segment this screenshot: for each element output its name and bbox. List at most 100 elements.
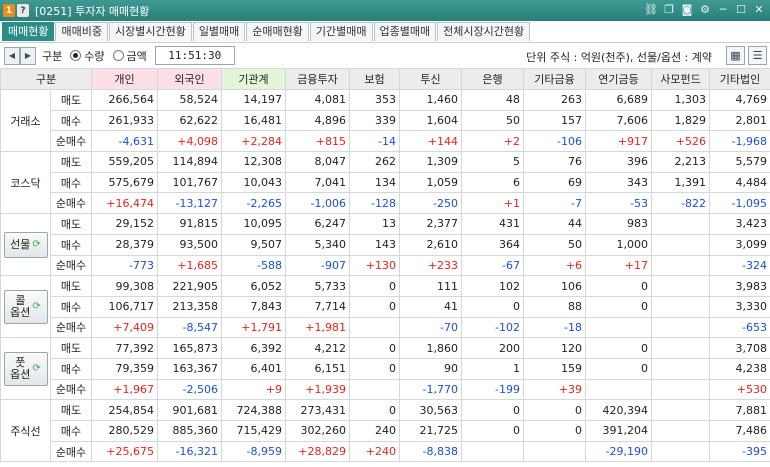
table-cell: 21,725 — [399, 420, 462, 442]
time-input[interactable]: 11:51:30 — [154, 46, 235, 65]
radio-quantity-dot[interactable] — [70, 50, 82, 61]
table-cell: -8,547 — [157, 316, 222, 339]
row-label: 매도 — [50, 337, 92, 359]
table-cell: 159 — [523, 357, 586, 380]
close-icon[interactable]: ✕ — [752, 3, 766, 17]
table-cell: 76 — [523, 151, 586, 173]
radio-amount[interactable]: 금액 — [112, 48, 147, 64]
group-cell-3[interactable]: 콜 옵션 ⟳ — [0, 275, 51, 339]
table-cell: -4,631 — [91, 130, 158, 153]
table-cell: +144 — [399, 130, 462, 153]
gear-icon[interactable]: ⚙ — [698, 3, 712, 17]
table-cell: 2,801 — [709, 109, 770, 132]
table-cell: +1,939 — [285, 378, 350, 401]
table-cell: 0 — [349, 275, 400, 297]
col-header-insurance[interactable]: 보험 — [349, 68, 400, 90]
table-cell: +28,829 — [285, 440, 350, 463]
table-cell: 12,308 — [221, 151, 286, 173]
table-cell: 1,829 — [651, 109, 710, 132]
radio-amount-dot[interactable] — [112, 50, 124, 61]
maximize-icon[interactable]: ☐ — [734, 3, 748, 17]
tab-1[interactable]: 매매비중 — [55, 22, 108, 41]
group-button-4[interactable]: 풋 옵션 ⟳ — [3, 351, 48, 386]
table-cell: +130 — [349, 254, 400, 277]
row-label: 순매수 — [50, 378, 92, 401]
table-cell: 353 — [349, 89, 400, 111]
table-cell: 7,486 — [709, 420, 770, 442]
col-header-bank[interactable]: 은행 — [461, 68, 524, 90]
next-arrow-icon[interactable]: ▶ — [20, 46, 36, 65]
prev-arrow-icon[interactable]: ◀ — [4, 46, 20, 65]
table-cell: 4,896 — [285, 109, 350, 132]
table-cell: 2,377 — [399, 213, 462, 235]
minimize-icon[interactable]: ─ — [716, 3, 730, 17]
col-header-other-finance[interactable]: 기타금융 — [523, 68, 586, 90]
table-row: 매수 28,379 93,500 9,507 5,340 143 2,610 364 50 1,0… — [1, 233, 770, 256]
table-cell: 221,905 — [157, 275, 222, 297]
radio-quantity[interactable]: 수량 — [70, 48, 105, 64]
col-header-pension[interactable]: 연기금등 — [585, 68, 652, 90]
group-button-2[interactable]: 선물 ⟳ — [3, 231, 48, 258]
list-view-icon[interactable]: ☰ — [748, 46, 767, 65]
row-label: 매수 — [50, 357, 92, 380]
table-cell: 5,733 — [285, 275, 350, 297]
group-button-3[interactable]: 콜 옵션 ⟳ — [3, 289, 48, 324]
table-cell: -8,959 — [221, 440, 286, 463]
col-header-institution[interactable]: 기관계 — [221, 68, 286, 90]
table-header-row: 구분 개인 외국인 기관계 금융투자 보험 투신 은행 기타금융 연기금등 사모… — [0, 68, 770, 90]
table-view-icon[interactable]: ▦ — [726, 46, 745, 65]
col-header-individual[interactable]: 개인 — [91, 68, 158, 90]
table-cell: 0 — [349, 399, 400, 421]
screen-number-badge[interactable]: 1 — [3, 4, 15, 17]
table-cell: -653 — [709, 316, 770, 339]
table-cell: 58,524 — [157, 89, 222, 111]
copy-icon[interactable]: ❐ — [662, 3, 676, 17]
table-cell: 0 — [523, 420, 586, 442]
table-row: 매수 106,717 213,358 7,843 7,714 0 41 0 88 0 3,330 — [1, 295, 770, 318]
group-label: 콜 옵션 — [10, 293, 31, 319]
table-cell: -1,968 — [709, 130, 770, 153]
table-cell: +17 — [585, 254, 652, 277]
table-cell: 261,933 — [91, 109, 158, 132]
table-cell: 7,714 — [285, 295, 350, 318]
camera-icon[interactable]: ◙ — [680, 3, 694, 17]
table-cell: 6 — [461, 171, 524, 194]
radio-quantity-label: 수량 — [84, 49, 105, 63]
table-cell: 1,309 — [399, 151, 462, 173]
group-cell-4[interactable]: 풋 옵션 ⟳ — [0, 337, 51, 401]
link-icon[interactable]: ⛓ — [644, 3, 658, 17]
table-cell: 3,099 — [709, 233, 770, 256]
table-cell: -7 — [523, 192, 586, 215]
tab-3[interactable]: 일별매매 — [192, 22, 246, 41]
tab-2[interactable]: 시장별시간현황 — [108, 22, 192, 41]
table-cell: 29,152 — [91, 213, 158, 235]
table-cell — [651, 378, 710, 401]
table-cell — [651, 233, 710, 256]
col-header-trust[interactable]: 투신 — [399, 68, 462, 90]
help-icon[interactable]: ? — [17, 4, 29, 17]
refresh-icon: ⟳ — [32, 238, 41, 250]
table-cell: 157 — [523, 109, 586, 132]
table-cell: +1,791 — [221, 316, 286, 339]
col-header-foreign[interactable]: 외국인 — [157, 68, 222, 90]
table-cell: -822 — [651, 192, 710, 215]
table-cell: -907 — [285, 254, 350, 277]
table-cell: 6,247 — [285, 213, 350, 235]
tab-6[interactable]: 업종별매매 — [373, 22, 437, 41]
table-cell: 213,358 — [157, 295, 222, 318]
table-cell: 9,507 — [221, 233, 286, 256]
table-cell: +9 — [221, 378, 286, 401]
tab-0[interactable]: 매매현황 — [2, 22, 55, 41]
group-cell-2[interactable]: 선물 ⟳ — [0, 213, 51, 277]
tab-7[interactable]: 전체시장시간현황 — [437, 22, 531, 41]
col-header-other-corp[interactable]: 기타법인 — [709, 68, 770, 90]
tab-4[interactable]: 순매매현황 — [246, 22, 309, 41]
col-header-financial-investment[interactable]: 금융투자 — [285, 68, 350, 90]
col-header-private-fund[interactable]: 사모펀드 — [651, 68, 710, 90]
tab-5[interactable]: 기간별매매 — [309, 22, 373, 41]
table-cell — [651, 316, 710, 339]
table-cell: 0 — [461, 295, 524, 318]
table-cell: +6 — [523, 254, 586, 277]
table-row: 코스닥 매도 559,205 114,894 12,308 8,047 262 1,309 5 7… — [0, 151, 770, 215]
table-cell: -2,506 — [157, 378, 222, 401]
